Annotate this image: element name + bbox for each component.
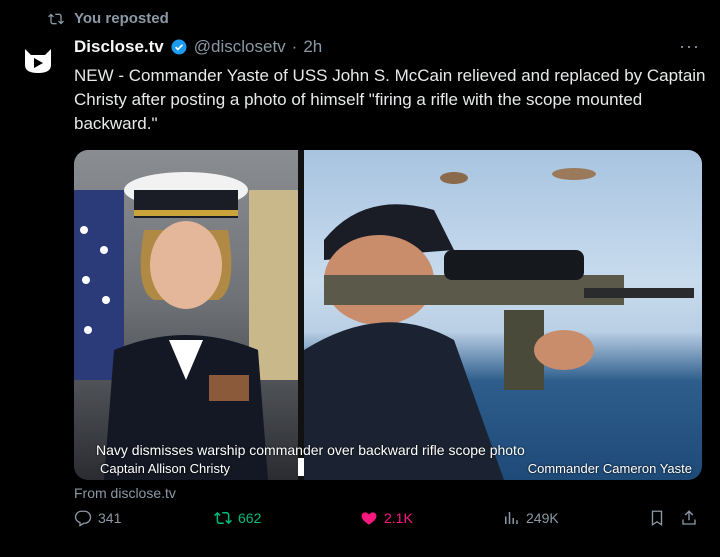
post-header: Disclose.tv @disclosetv · 2h ···	[74, 36, 700, 57]
post-timestamp[interactable]: 2h	[303, 37, 322, 57]
source-link[interactable]: From disclose.tv	[74, 485, 176, 501]
logo-icon	[25, 49, 51, 73]
repost-label: You reposted	[74, 10, 169, 27]
repost-indicator: You reposted	[48, 10, 169, 27]
views-icon	[505, 512, 518, 524]
reply-icon	[74, 510, 92, 527]
bookmark-button[interactable]	[648, 509, 666, 527]
views-button[interactable]: 249K	[502, 509, 559, 527]
author-name[interactable]: Disclose.tv	[74, 37, 164, 57]
repost-button[interactable]: 662	[214, 509, 261, 527]
caption-left-name: Captain Allison Christy	[100, 461, 231, 476]
like-button[interactable]: 2.1K	[360, 509, 413, 527]
like-count: 2.1K	[384, 510, 413, 526]
avatar[interactable]	[18, 40, 58, 80]
like-icon	[361, 512, 377, 525]
repost-icon	[214, 511, 232, 525]
post-text: NEW - Commander Yaste of USS John S. McC…	[74, 66, 706, 133]
caption-divider	[298, 458, 304, 476]
media-caption: Navy dismisses warship commander over ba…	[96, 442, 525, 458]
photo-captain	[74, 150, 298, 480]
separator-dot: ·	[291, 36, 298, 56]
views-count: 249K	[526, 510, 559, 526]
verified-badge-icon	[171, 39, 187, 54]
reply-count: 341	[98, 510, 122, 526]
photo-commander	[304, 150, 702, 480]
repost-count: 662	[238, 510, 262, 526]
share-icon	[682, 510, 696, 525]
author-handle[interactable]: @disclosetv	[194, 37, 286, 57]
media-image[interactable]: Navy dismisses warship commander over ba…	[74, 150, 702, 480]
bookmark-icon	[651, 510, 663, 527]
share-button[interactable]	[680, 509, 698, 527]
more-icon[interactable]: ···	[679, 36, 700, 57]
reply-button[interactable]: 341	[74, 509, 121, 527]
repost-icon	[48, 13, 64, 24]
caption-right-name: Commander Cameron Yaste	[527, 461, 692, 476]
